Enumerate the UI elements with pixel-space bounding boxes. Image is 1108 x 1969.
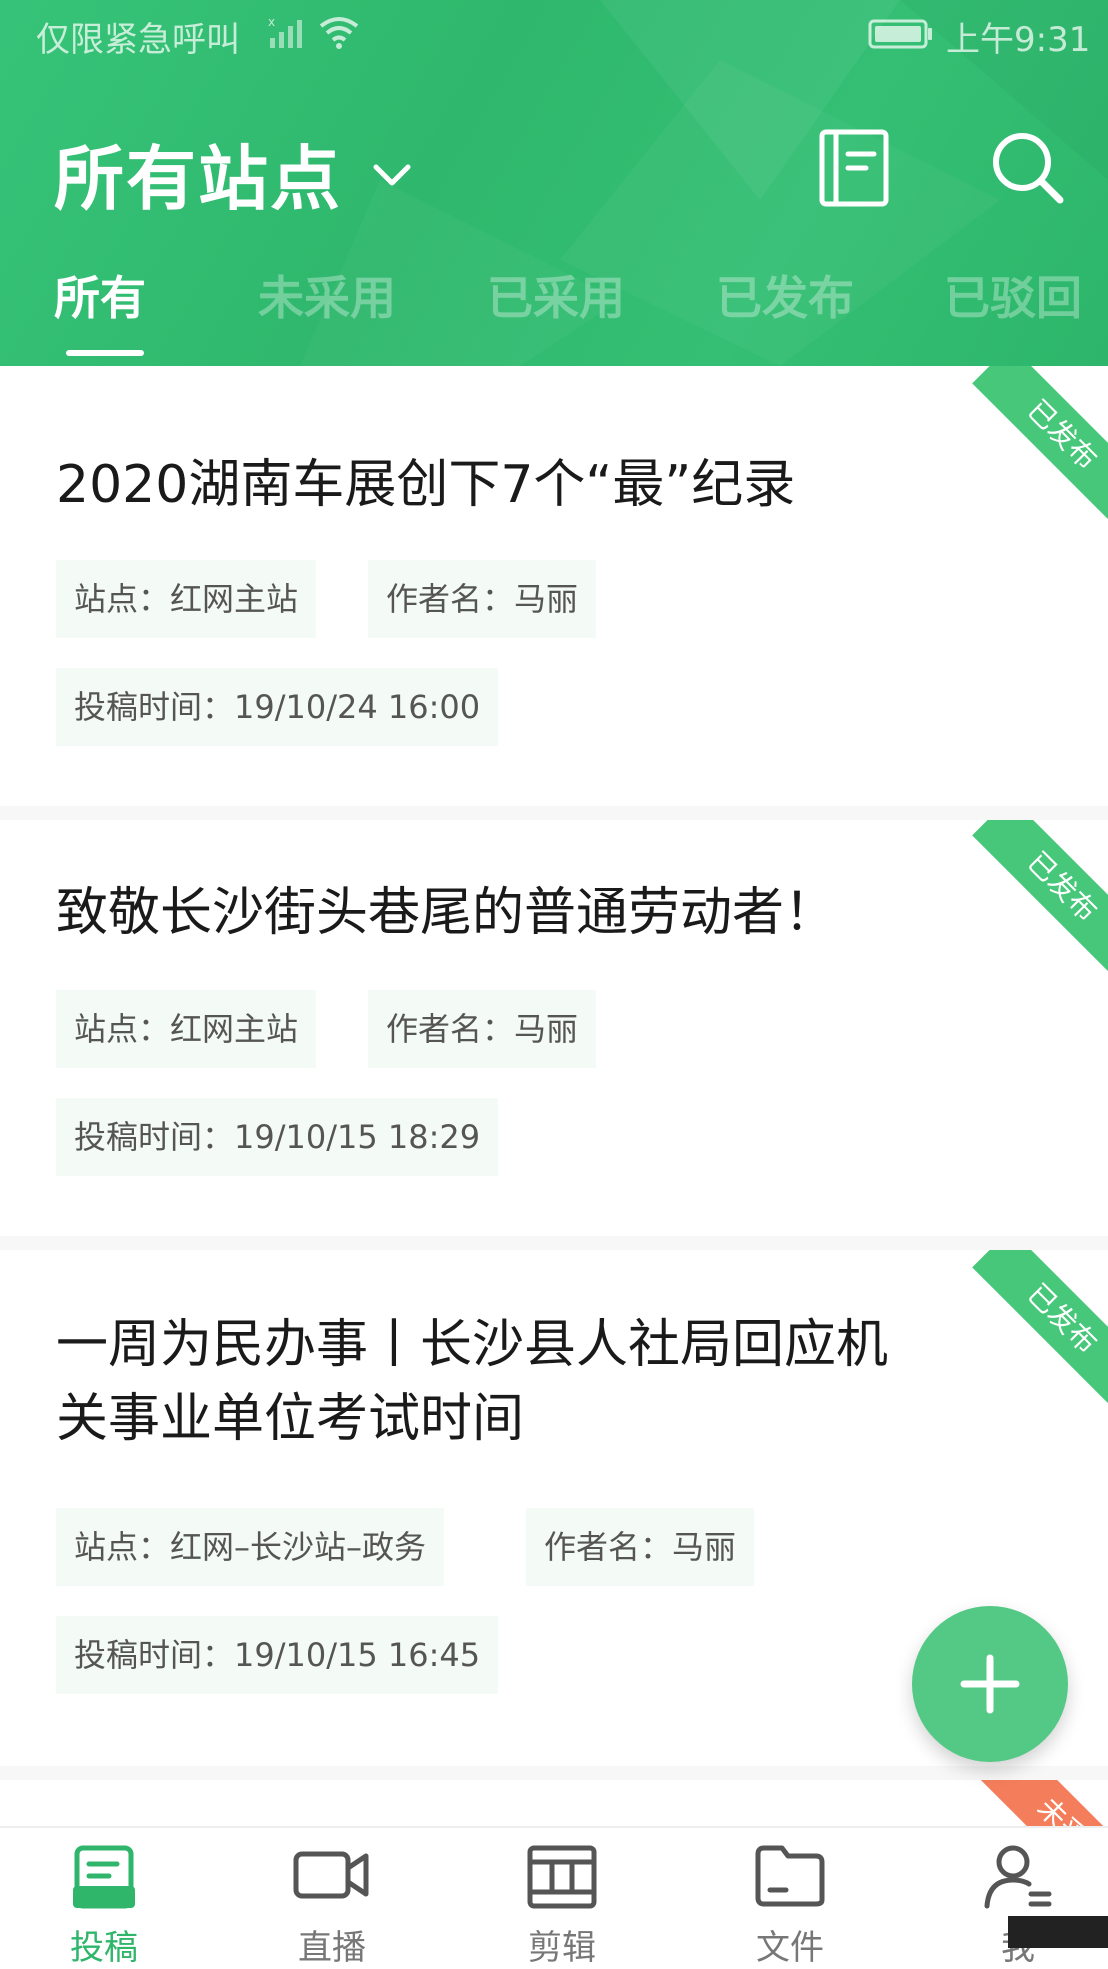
user-icon	[984, 1845, 1052, 1909]
status-bar: 仅限紧急呼叫 x 上午9:31	[0, 0, 1108, 68]
film-edit-icon	[527, 1845, 597, 1909]
nav-live[interactable]: 直播	[242, 1828, 422, 1968]
status-ribbon: 已发布	[972, 1250, 1108, 1409]
carrier-text: 仅限紧急呼叫	[36, 20, 240, 60]
nav-label: 剪辑	[528, 1928, 596, 1968]
battery-icon	[868, 19, 932, 49]
video-camera-icon	[293, 1851, 369, 1899]
site-chip: 站点：红网主站	[56, 560, 317, 638]
tab-published[interactable]: 已发布	[716, 262, 854, 328]
search-icon[interactable]	[990, 130, 1066, 206]
time-label: 投稿时间：	[74, 1636, 235, 1674]
article-card[interactable]: 已发布 致敬长沙街头巷尾的普通劳动者！ 站点：红网主站 作者名：马丽 投稿时间：…	[0, 820, 1108, 1236]
time-value: 19/10/24 16:00	[234, 688, 481, 726]
card-divider	[0, 1766, 1108, 1780]
article-title: 一周为民办事丨长沙县人社局回应机关事业单位考试时间	[56, 1315, 889, 1449]
author-label: 作者名：	[386, 1010, 515, 1048]
article-title: 2020湖南车展创下7个“最”纪录	[56, 455, 796, 515]
app-header: 仅限紧急呼叫 x 上午9:31 所有站点 所有 未采用 已采用 已发布 已驳回	[0, 0, 1108, 366]
tab-rejected[interactable]: 已驳回	[944, 262, 1082, 328]
site-value: 红网主站	[170, 1010, 299, 1048]
site-chip: 站点：红网–长沙站–政务	[56, 1508, 445, 1586]
svg-text:x: x	[268, 16, 275, 29]
tab-all[interactable]: 所有	[54, 262, 146, 328]
plus-icon	[960, 1654, 1020, 1714]
tab-adopted[interactable]: 已采用	[487, 262, 625, 328]
signal-icon: x	[268, 16, 302, 48]
screen-overlay-corner	[1008, 1916, 1108, 1948]
time-label: 投稿时间：	[74, 688, 235, 726]
time-chip: 投稿时间：19/10/24 16:00	[56, 668, 499, 746]
site-selector[interactable]: 所有站点	[54, 128, 412, 220]
author-label: 作者名：	[386, 580, 515, 618]
author-value: 马丽	[672, 1528, 737, 1566]
status-ribbon: 已发布	[972, 820, 1108, 977]
status-ribbon: 已发布	[972, 366, 1108, 525]
site-label: 站点：	[74, 1528, 171, 1566]
document-edit-icon	[73, 1845, 135, 1909]
time-chip: 投稿时间：19/10/15 18:29	[56, 1098, 499, 1176]
site-label: 站点：	[74, 1010, 171, 1048]
author-chip: 作者名：马丽	[368, 560, 597, 638]
site-label: 站点：	[74, 580, 171, 618]
author-value: 马丽	[514, 580, 579, 618]
nav-label: 文件	[756, 1928, 824, 1968]
time-value: 19/10/15 18:29	[234, 1118, 481, 1156]
tab-unadopted[interactable]: 未采用	[258, 262, 396, 328]
nav-label: 直播	[298, 1928, 366, 1968]
author-chip: 作者名：马丽	[368, 990, 597, 1068]
site-chip: 站点：红网主站	[56, 990, 317, 1068]
status-tabs: 所有 未采用 已采用 已发布 已驳回	[0, 262, 1108, 366]
time-chip: 投稿时间：19/10/15 16:45	[56, 1616, 499, 1694]
nav-edit[interactable]: 剪辑	[472, 1828, 652, 1968]
time-label: 投稿时间：	[74, 1118, 235, 1156]
author-chip: 作者名：马丽	[526, 1508, 755, 1586]
nav-submissions[interactable]: 投稿	[14, 1828, 194, 1968]
folder-icon	[755, 1845, 825, 1907]
page-title: 所有站点	[54, 137, 342, 220]
wifi-icon	[319, 17, 359, 49]
nav-label: 投稿	[70, 1928, 138, 1968]
article-card[interactable]: 已发布 2020湖南车展创下7个“最”纪录 站点：红网主站 作者名：马丽 投稿时…	[0, 366, 1108, 806]
author-label: 作者名：	[544, 1528, 673, 1566]
article-title: 致敬长沙街头巷尾的普通劳动者！	[56, 883, 837, 943]
status-ribbon: 未采	[972, 1780, 1108, 1826]
tab-indicator	[66, 350, 144, 356]
add-submission-button[interactable]	[912, 1606, 1068, 1762]
notebook-icon[interactable]	[818, 128, 890, 208]
site-value: 红网–长沙站–政务	[170, 1528, 427, 1566]
card-divider	[0, 1236, 1108, 1250]
site-value: 红网主站	[170, 580, 299, 618]
chevron-down-icon	[373, 164, 411, 186]
author-value: 马丽	[514, 1010, 579, 1048]
clock-text: 上午9:31	[946, 20, 1091, 60]
card-divider	[0, 806, 1108, 820]
nav-files[interactable]: 文件	[700, 1828, 880, 1968]
bottom-nav: 投稿 直播 剪辑 文件 我	[0, 1826, 1108, 1968]
time-value: 19/10/15 16:45	[234, 1636, 481, 1674]
article-card[interactable]: 未采	[0, 1780, 1108, 1826]
